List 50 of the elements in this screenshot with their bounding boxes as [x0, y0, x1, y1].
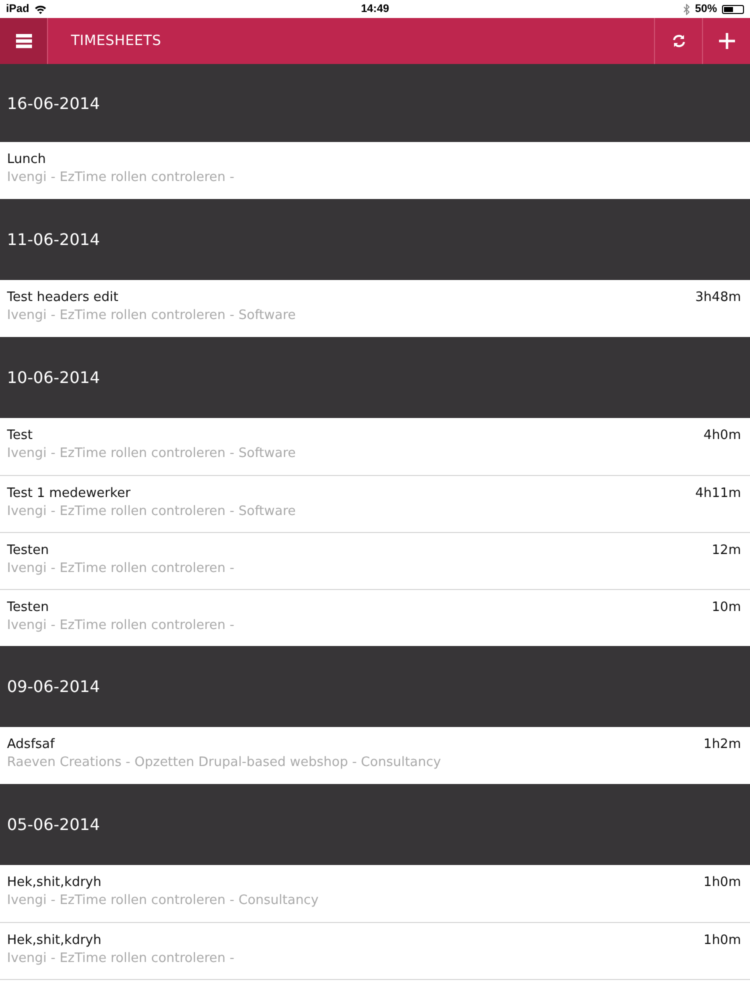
- timesheet-entry[interactable]: Test 1 medewerker Ivengi - EzTime rollen controleren - Software 4h11m: [0, 475, 750, 532]
- entry-project: Ivengi - EzTime rollen controleren - Consultancy: [7, 893, 319, 908]
- entry-duration: 10m: [712, 600, 741, 615]
- menu-button[interactable]: [0, 18, 48, 64]
- clock-time: 14:49: [360, 3, 390, 15]
- battery-icon: [722, 4, 744, 14]
- date-header: 05-06-2014: [7, 815, 100, 834]
- timesheet-entry[interactable]: Test Ivengi - EzTime rollen controleren - Software 4h0m: [0, 418, 750, 475]
- timesheet-entry[interactable]: Hek,shit,kdryh Ivengi - EzTime rollen controleren - 1h0m: [0, 922, 750, 979]
- entry-project: Ivengi - EzTime rollen controleren -: [7, 951, 234, 966]
- plus-icon: [718, 33, 734, 49]
- timesheet-entry[interactable]: Testen Ivengi - EzTime rollen controleren - 12m: [0, 532, 750, 589]
- entry-duration: 1h2m: [704, 737, 741, 752]
- entry-title: Test 1 medewerker: [7, 486, 132, 501]
- refresh-icon: [672, 34, 686, 48]
- entry-title: Adsfsaf: [7, 737, 56, 752]
- device-name: iPad: [6, 3, 30, 15]
- entry-duration: 3h48m: [695, 290, 741, 305]
- date-header: 09-06-2014: [7, 677, 100, 696]
- entry-duration: 1h0m: [704, 933, 741, 948]
- timesheet-entry[interactable]: Adsfsaf Raeven Creations - Opzetten Drupal-based webshop - Consultancy 1h2m: [0, 727, 750, 784]
- entry-title: Lunch: [7, 152, 47, 167]
- entry-duration: 1h0m: [704, 875, 741, 890]
- entry-project: Ivengi - EzTime rollen controleren - Software: [7, 504, 296, 519]
- menu-icon: [16, 33, 32, 49]
- entry-project: Raeven Creations - Opzetten Drupal-based webshop - Consultancy: [7, 755, 441, 770]
- entry-title: Test headers edit: [7, 290, 120, 305]
- page-title: TIMESHEETS: [71, 33, 162, 49]
- entry-title: Testen: [7, 543, 50, 558]
- wifi-icon: [34, 4, 48, 14]
- entry-duration: 4h0m: [704, 428, 741, 443]
- date-header: 10-06-2014: [7, 368, 100, 387]
- entry-project: Ivengi - EzTime rollen controleren -: [7, 618, 234, 633]
- entry-project: Ivengi - EzTime rollen controleren -: [7, 561, 234, 576]
- timesheet-entry[interactable]: Lunch Ivengi - EzTime rollen controleren -: [0, 142, 750, 199]
- entry-duration: 4h11m: [695, 486, 741, 501]
- entry-project: Ivengi - EzTime rollen controleren - Software: [7, 446, 296, 461]
- date-header: 16-06-2014: [7, 94, 100, 112]
- entry-title: Testen: [7, 600, 50, 615]
- entry-project: Ivengi - EzTime rollen controleren - Software: [7, 308, 296, 323]
- entry-title: Test: [7, 428, 34, 443]
- date-header: 11-06-2014: [7, 230, 100, 249]
- bluetooth-icon: [682, 4, 690, 14]
- timesheet-entry[interactable]: Test headers edit Ivengi - EzTime rollen controleren - Software 3h48m: [0, 280, 750, 337]
- entry-duration: 12m: [712, 543, 741, 558]
- timesheet-entry[interactable]: Hek,shit,kdryh Ivengi - EzTime rollen controleren - Consultancy 1h0m: [0, 865, 750, 922]
- entry-title: Hek,shit,kdryh: [7, 875, 102, 890]
- entry-title: Hek,shit,kdryh: [7, 933, 102, 948]
- entry-project: Ivengi - EzTime rollen controleren -: [7, 170, 234, 185]
- battery-percent: 50%: [694, 3, 718, 15]
